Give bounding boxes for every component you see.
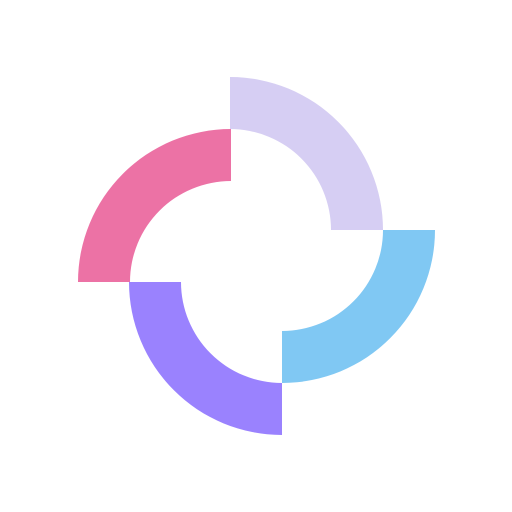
four-quarter-ring-logo — [78, 77, 435, 435]
logo-canvas — [0, 0, 512, 512]
blue-quarter-segment — [282, 230, 435, 383]
purple-quarter-segment — [129, 282, 282, 435]
lavender-quarter-segment — [230, 77, 383, 230]
pink-quarter-segment — [78, 129, 231, 282]
